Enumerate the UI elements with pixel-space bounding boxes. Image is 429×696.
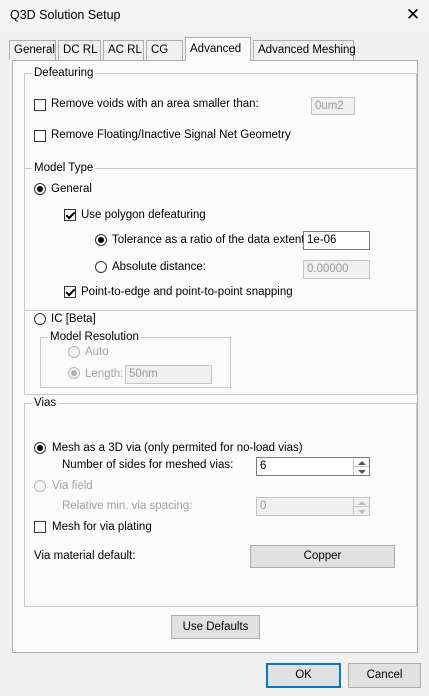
use-defaults-button[interactable]: Use Defaults (171, 615, 260, 639)
ic-radio[interactable] (34, 313, 46, 325)
spin-down-icon[interactable] (354, 467, 369, 476)
via-material-button[interactable]: Copper (250, 545, 395, 568)
num-sides-spinner[interactable] (353, 458, 369, 475)
general-radio[interactable] (34, 183, 46, 195)
tab-general[interactable]: General (9, 40, 56, 60)
remove-voids-checkbox[interactable] (34, 99, 46, 111)
spin-up-icon[interactable] (354, 498, 369, 507)
auto-label: Auto (85, 346, 109, 358)
window-title: Q3D Solution Setup (10, 8, 121, 22)
tab-advanced[interactable]: Advanced (185, 37, 251, 61)
tab-cg[interactable]: CG (146, 40, 183, 60)
length-input[interactable]: 50nm (125, 365, 212, 384)
rel-spacing-label: Relative min. via spacing: (62, 500, 193, 512)
tab-dc-rl[interactable]: DC RL (58, 40, 101, 60)
snapping-checkbox[interactable] (64, 286, 76, 298)
void-area-input[interactable]: 0um2 (311, 97, 355, 115)
cancel-button[interactable]: Cancel (348, 663, 421, 688)
snapping-label: Point-to-edge and point-to-point snappin… (81, 286, 293, 298)
ic-divider (24, 310, 417, 311)
num-sides-label: Number of sides for meshed vias: (62, 459, 234, 471)
tolerance-input[interactable]: 1e-06 (303, 231, 370, 250)
via-material-label: Via material default: (34, 550, 136, 562)
ok-button[interactable]: OK (266, 663, 341, 688)
defeaturing-legend: Defeaturing (32, 67, 96, 79)
spin-down-icon[interactable] (354, 507, 369, 516)
via-field-label: Via field (52, 480, 93, 492)
vias-legend: Vias (32, 397, 59, 409)
ic-label: IC [Beta] (51, 313, 96, 325)
remove-floating-label: Remove Floating/Inactive Signal Net Geom… (51, 129, 291, 141)
tab-ac-rl[interactable]: AC RL (103, 40, 144, 60)
mesh-plating-checkbox[interactable] (34, 521, 46, 533)
absolute-distance-radio[interactable] (95, 261, 107, 273)
absolute-distance-label: Absolute distance: (112, 261, 206, 273)
use-polygon-checkbox[interactable] (64, 209, 76, 221)
mesh-plating-label: Mesh for via plating (52, 521, 152, 533)
close-icon: ✕ (405, 5, 421, 24)
tolerance-radio[interactable] (95, 234, 107, 246)
use-polygon-label: Use polygon defeaturing (81, 209, 206, 221)
close-button[interactable]: ✕ (400, 2, 426, 28)
remove-floating-checkbox[interactable] (34, 130, 46, 142)
remove-voids-label: Remove voids with an area smaller than: (51, 98, 259, 110)
tab-advanced-meshing[interactable]: Advanced Meshing (253, 40, 356, 60)
tolerance-label: Tolerance as a ratio of the data extent: (112, 234, 308, 246)
model-resolution-legend: Model Resolution (48, 331, 141, 343)
spin-up-icon[interactable] (354, 458, 369, 467)
mesh-3d-via-radio[interactable] (34, 442, 46, 454)
rel-spacing-spinner[interactable] (353, 498, 369, 515)
model-type-legend: Model Type (32, 162, 96, 174)
length-label: Length: (85, 368, 124, 380)
via-field-radio[interactable] (34, 480, 46, 492)
absolute-distance-input[interactable]: 0.00000 (303, 260, 370, 279)
length-radio[interactable] (68, 367, 80, 379)
auto-radio[interactable] (68, 346, 80, 358)
mesh-3d-via-label: Mesh as a 3D via (only permited for no-l… (52, 442, 303, 454)
general-label: General (51, 183, 92, 195)
